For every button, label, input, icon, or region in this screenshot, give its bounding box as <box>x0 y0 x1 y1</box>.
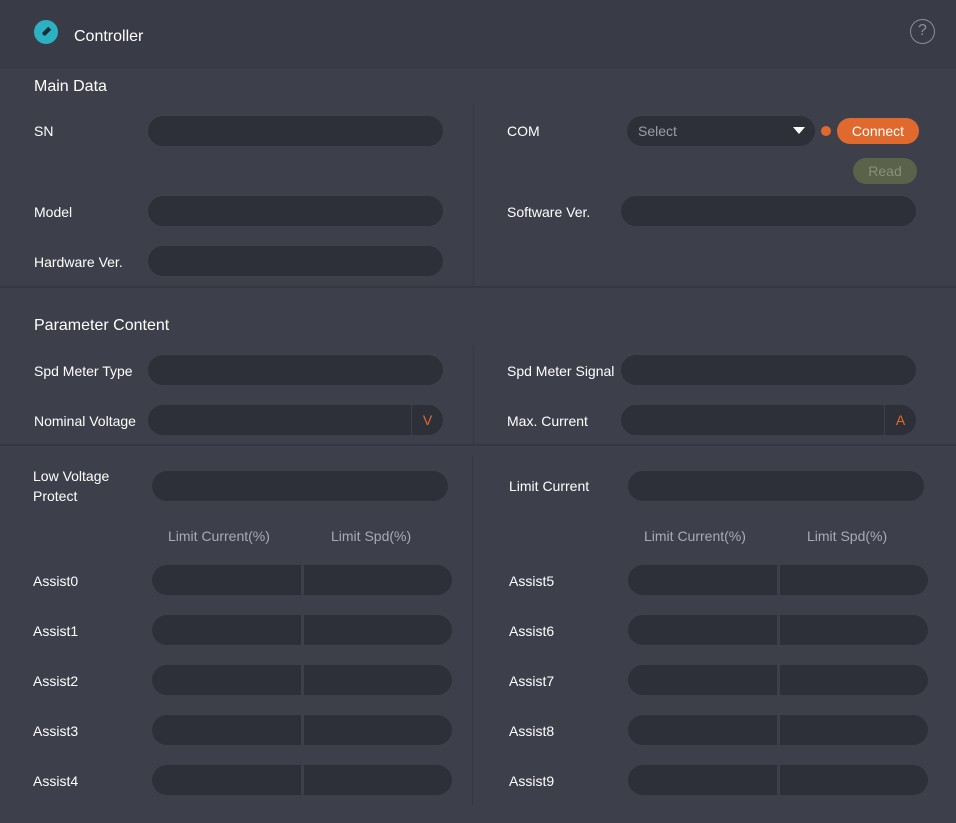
assist-row-7 <box>628 665 928 695</box>
read-button[interactable]: Read <box>853 158 917 184</box>
max-current-field[interactable]: A <box>621 405 916 435</box>
assist-row-3 <box>152 715 452 745</box>
spd-meter-signal-field[interactable] <box>621 355 916 385</box>
limit-current-input[interactable] <box>628 615 777 645</box>
col-limit-spd-right: Limit Spd(%) <box>807 528 888 544</box>
limit-current-input[interactable] <box>152 715 301 745</box>
hardware-ver-field[interactable] <box>148 246 443 276</box>
low-voltage-line1: Low Voltage <box>33 468 110 484</box>
assist-label: Assist5 <box>509 573 555 589</box>
nominal-voltage-field[interactable]: V <box>148 405 443 435</box>
limit-spd-input[interactable] <box>303 765 452 795</box>
assist-row-6 <box>628 615 928 645</box>
unit-ampere: A <box>884 405 916 435</box>
assist-row-0 <box>152 565 452 595</box>
limit-spd-input[interactable] <box>303 565 452 595</box>
low-voltage-protect-field[interactable] <box>152 471 448 501</box>
assist-row-2 <box>152 665 452 695</box>
assist-row-9 <box>628 765 928 795</box>
model-label: Model <box>34 204 73 220</box>
assist-label: Assist0 <box>33 573 79 589</box>
limit-spd-input[interactable] <box>779 765 928 795</box>
model-field[interactable] <box>148 196 443 226</box>
assist-label: Assist9 <box>509 773 555 789</box>
assist-label: Assist8 <box>509 723 555 739</box>
low-voltage-protect-label: Low Voltage Protect <box>33 466 109 506</box>
com-select-value: Select <box>638 123 677 139</box>
com-label: COM <box>507 123 540 139</box>
limit-current-input[interactable] <box>152 565 301 595</box>
parameter-title: Parameter Content <box>34 317 170 334</box>
hardware-ver-label: Hardware Ver. <box>34 254 123 270</box>
software-ver-label: Software Ver. <box>507 204 591 220</box>
limit-current-input[interactable] <box>628 665 777 695</box>
sn-field[interactable] <box>148 116 443 146</box>
spd-meter-signal-label: Spd Meter Signal <box>507 363 615 379</box>
connect-button[interactable]: Connect <box>837 118 919 144</box>
col-limit-spd-left: Limit Spd(%) <box>331 528 412 544</box>
rocket-icon <box>34 20 58 44</box>
main-data-title: Main Data <box>34 78 107 95</box>
app-title: Controller <box>74 28 144 45</box>
assist-divider <box>472 456 473 805</box>
limit-spd-input[interactable] <box>303 665 452 695</box>
assist-row-4 <box>152 765 452 795</box>
limit-current-input[interactable] <box>152 765 301 795</box>
nominal-voltage-label: Nominal Voltage <box>34 413 136 429</box>
caret-down-icon <box>793 127 805 134</box>
limit-current-input[interactable] <box>628 565 777 595</box>
limit-spd-input[interactable] <box>779 615 928 645</box>
assist-label: Assist4 <box>33 773 79 789</box>
col-limit-current-left: Limit Current(%) <box>168 528 270 544</box>
spd-meter-type-field[interactable] <box>148 355 443 385</box>
assist-row-8 <box>628 715 928 745</box>
assist-row-1 <box>152 615 452 645</box>
low-voltage-line2: Protect <box>33 488 78 504</box>
assist-label: Assist1 <box>33 623 79 639</box>
limit-current-label: Limit Current <box>509 478 590 494</box>
assist-label: Assist6 <box>509 623 555 639</box>
connection-status-dot <box>821 126 831 136</box>
limit-spd-input[interactable] <box>779 715 928 745</box>
limit-spd-input[interactable] <box>779 565 928 595</box>
main-data-divider <box>473 104 474 286</box>
col-limit-current-right: Limit Current(%) <box>644 528 746 544</box>
limit-spd-input[interactable] <box>303 715 452 745</box>
max-current-label: Max. Current <box>507 413 588 429</box>
header: Controller ? <box>0 0 956 68</box>
spd-meter-type-label: Spd Meter Type <box>34 363 133 379</box>
main-data-section <box>0 69 956 286</box>
controller-window: Controller ? Main Data SN Model Hardware… <box>0 0 956 823</box>
limit-current-field[interactable] <box>628 471 924 501</box>
com-select[interactable]: Select <box>627 116 815 146</box>
unit-volt: V <box>411 405 443 435</box>
software-ver-field[interactable] <box>621 196 916 226</box>
parameter-divider <box>473 345 474 445</box>
limit-spd-input[interactable] <box>303 615 452 645</box>
sn-label: SN <box>34 123 54 139</box>
limit-current-input[interactable] <box>152 615 301 645</box>
help-icon[interactable]: ? <box>910 19 935 44</box>
assist-label: Assist3 <box>33 723 79 739</box>
assist-label: Assist7 <box>509 673 555 689</box>
limit-current-input[interactable] <box>628 715 777 745</box>
limit-spd-input[interactable] <box>779 665 928 695</box>
limit-current-input[interactable] <box>628 765 777 795</box>
limit-current-input[interactable] <box>152 665 301 695</box>
assist-row-5 <box>628 565 928 595</box>
assist-label: Assist2 <box>33 673 79 689</box>
